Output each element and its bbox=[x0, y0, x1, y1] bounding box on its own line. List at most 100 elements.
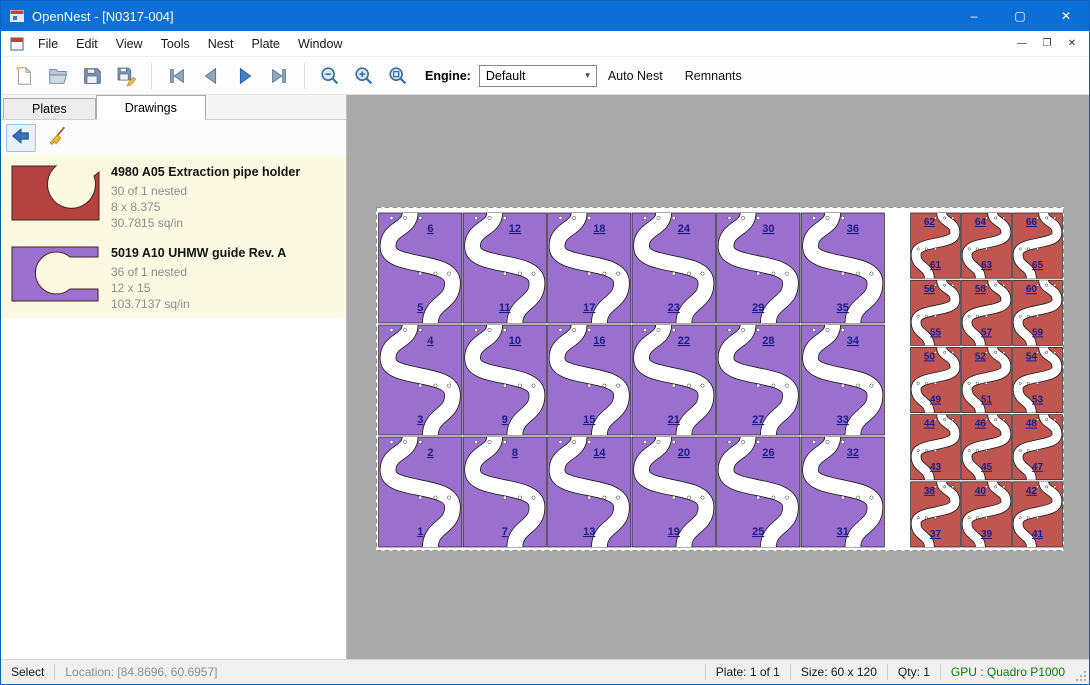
nest-part-pair[interactable]: 1615 bbox=[548, 325, 631, 435]
nest-part-pair[interactable]: 21 bbox=[379, 437, 462, 547]
new-file-button[interactable] bbox=[9, 61, 39, 91]
menu-plate[interactable]: Plate bbox=[242, 32, 289, 56]
nest-plate[interactable]: 6512111817242330293635431091615222128273… bbox=[376, 207, 1064, 551]
zoom-fit-button[interactable] bbox=[383, 61, 413, 91]
status-size: Size: 60 x 120 bbox=[791, 665, 887, 679]
part-number: 64 bbox=[975, 217, 987, 228]
menu-window[interactable]: Window bbox=[289, 32, 351, 56]
part-number: 10 bbox=[509, 335, 521, 347]
menu-edit[interactable]: Edit bbox=[67, 32, 107, 56]
zoom-out-button[interactable] bbox=[315, 61, 345, 91]
nest-part-pair[interactable]: 2625 bbox=[717, 437, 800, 547]
nest-part-pair[interactable]: 3837 bbox=[911, 482, 961, 547]
part-number: 57 bbox=[981, 327, 993, 338]
auto-nest-button[interactable]: Auto Nest bbox=[597, 62, 674, 90]
engine-select[interactable]: Default ▾ bbox=[479, 65, 597, 87]
part-number: 19 bbox=[668, 526, 680, 538]
close-button[interactable]: ✕ bbox=[1043, 1, 1089, 31]
menu-view[interactable]: View bbox=[107, 32, 152, 56]
remnants-button[interactable]: Remnants bbox=[674, 62, 753, 90]
maximize-button[interactable]: ▢ bbox=[997, 1, 1043, 31]
nest-part-pair[interactable]: 3029 bbox=[717, 213, 800, 323]
save-button[interactable] bbox=[77, 61, 107, 91]
drawing-item-1[interactable]: 4980 A05 Extraction pipe holder 30 of 1 … bbox=[1, 156, 346, 237]
part-number: 45 bbox=[981, 462, 993, 473]
nest-part-pair[interactable]: 5049 bbox=[911, 347, 961, 412]
nest-part-pair[interactable]: 3635 bbox=[801, 213, 884, 323]
nest-part-pair[interactable]: 6665 bbox=[1013, 213, 1063, 278]
tab-drawings[interactable]: Drawings bbox=[96, 95, 206, 120]
nest-part-pair[interactable]: 87 bbox=[463, 437, 546, 547]
window-title: OpenNest - [N0317-004] bbox=[32, 9, 174, 24]
nest-part-pair[interactable]: 4847 bbox=[1013, 415, 1063, 480]
drawing-item-2[interactable]: 5019 A10 UHMW guide Rev. A 36 of 1 neste… bbox=[1, 237, 346, 318]
back-arrow-button[interactable] bbox=[6, 124, 36, 152]
resize-grip[interactable] bbox=[1075, 660, 1089, 684]
part-number: 31 bbox=[837, 526, 849, 538]
nest-part-pair[interactable]: 5251 bbox=[962, 347, 1012, 412]
nest-part-pair[interactable]: 4645 bbox=[962, 415, 1012, 480]
menu-tools[interactable]: Tools bbox=[152, 32, 199, 56]
part-number: 20 bbox=[678, 447, 690, 459]
engine-selected-value: Default bbox=[486, 69, 526, 83]
mdi-document-icon bbox=[9, 36, 25, 52]
nav-previous-button[interactable] bbox=[196, 61, 226, 91]
nest-part-pair[interactable]: 4443 bbox=[911, 415, 961, 480]
titlebar: OpenNest - [N0317-004] – ▢ ✕ bbox=[1, 1, 1089, 31]
nest-canvas[interactable]: 6512111817242330293635431091615222128273… bbox=[347, 95, 1089, 659]
part-number: 40 bbox=[975, 486, 987, 497]
nest-part-pair[interactable]: 5453 bbox=[1013, 347, 1063, 412]
part-number: 48 bbox=[1026, 419, 1038, 430]
nav-last-button[interactable] bbox=[264, 61, 294, 91]
part-number: 26 bbox=[762, 447, 774, 459]
nest-part-pair[interactable]: 43 bbox=[379, 325, 462, 435]
part-number: 55 bbox=[930, 327, 942, 338]
nest-part-pair[interactable]: 2827 bbox=[717, 325, 800, 435]
part-number: 28 bbox=[762, 335, 774, 347]
part-number: 60 bbox=[1026, 284, 1038, 295]
part-number: 51 bbox=[981, 395, 993, 406]
nest-part-pair[interactable]: 1211 bbox=[463, 213, 546, 323]
mdi-window-controls: — ❐ ✕ bbox=[1011, 35, 1089, 53]
nest-part-pair[interactable]: 6463 bbox=[962, 213, 1012, 278]
nest-part-pair[interactable]: 1817 bbox=[548, 213, 631, 323]
nav-next-button[interactable] bbox=[230, 61, 260, 91]
part-nested-count: 30 of 1 nested bbox=[111, 183, 300, 199]
menu-nest[interactable]: Nest bbox=[199, 32, 243, 56]
nest-part-pair[interactable]: 3433 bbox=[801, 325, 884, 435]
tab-plates[interactable]: Plates bbox=[3, 98, 96, 119]
part-number: 49 bbox=[930, 395, 942, 406]
zoom-in-button[interactable] bbox=[349, 61, 379, 91]
nest-part-pair[interactable]: 6261 bbox=[911, 213, 961, 278]
nav-first-button[interactable] bbox=[162, 61, 192, 91]
sidebar-tabs: Plates Drawings bbox=[1, 95, 346, 120]
broom-button[interactable] bbox=[42, 124, 72, 152]
nest-part-pair[interactable]: 4241 bbox=[1013, 482, 1063, 547]
save-icon bbox=[81, 65, 103, 87]
nest-part-pair[interactable]: 109 bbox=[463, 325, 546, 435]
nest-part-pair[interactable]: 5655 bbox=[911, 280, 961, 345]
new-file-icon bbox=[13, 65, 35, 87]
part-nested-count: 36 of 1 nested bbox=[111, 264, 286, 280]
part-number: 11 bbox=[499, 302, 511, 314]
save-as-button[interactable] bbox=[111, 61, 141, 91]
mdi-restore-button[interactable]: ❐ bbox=[1036, 35, 1058, 53]
minimize-button[interactable]: – bbox=[951, 1, 997, 31]
nest-part-pair[interactable]: 40 39 bbox=[962, 482, 1012, 547]
nest-part-pair[interactable]: 65 bbox=[379, 213, 462, 323]
nest-part-pair[interactable]: 2423 bbox=[632, 213, 715, 323]
part-number: 23 bbox=[668, 302, 680, 314]
part-number: 33 bbox=[837, 414, 849, 426]
nest-part-pair[interactable]: 1413 bbox=[548, 437, 631, 547]
nest-part-pair[interactable]: 2221 bbox=[632, 325, 715, 435]
nav-last-icon bbox=[268, 65, 290, 87]
nest-part-pair[interactable]: 2019 bbox=[632, 437, 715, 547]
nest-part-pair[interactable]: 6059 bbox=[1013, 280, 1063, 345]
part-number: 39 bbox=[981, 529, 993, 540]
menu-file[interactable]: File bbox=[29, 32, 67, 56]
open-folder-button[interactable] bbox=[43, 61, 73, 91]
mdi-close-button[interactable]: ✕ bbox=[1061, 35, 1083, 53]
mdi-minimize-button[interactable]: — bbox=[1011, 35, 1033, 53]
nest-part-pair[interactable]: 5857 bbox=[962, 280, 1012, 345]
nest-part-pair[interactable]: 3231 bbox=[801, 437, 884, 547]
